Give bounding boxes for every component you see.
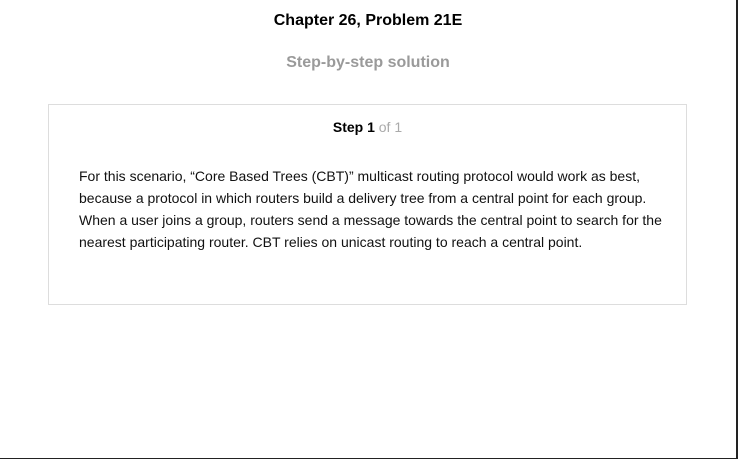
page-subtitle: Step-by-step solution	[286, 54, 450, 71]
step-text: For this scenario, “Core Based Trees (CB…	[79, 168, 662, 250]
step-count: of 1	[378, 119, 403, 135]
step-label: Step 1	[332, 119, 375, 135]
step-body: For this scenario, “Core Based Trees (CB…	[79, 165, 669, 253]
step-card: Step 1 of 1 For this scenario, “Core Bas…	[48, 104, 687, 305]
step-header: Step 1 of 1	[49, 118, 686, 136]
page-title: Chapter 26, Problem 21E	[273, 12, 463, 29]
